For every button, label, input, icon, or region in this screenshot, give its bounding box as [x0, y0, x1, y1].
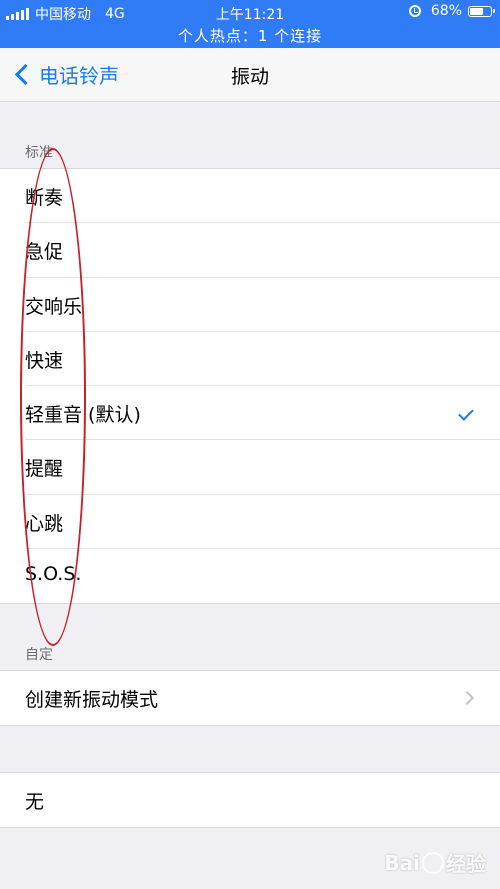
checkmark-icon — [458, 405, 474, 421]
vibration-option[interactable]: 急促 — [0, 223, 500, 278]
battery-percent: 68% — [430, 3, 462, 19]
watermark-text-right: 经验 — [446, 852, 486, 876]
standard-vibration-list: 断奏 急促 交响乐 快速 轻重音 (默认) 提醒 心跳 S.O.S. — [0, 168, 500, 605]
vibration-option[interactable]: 快速 — [0, 332, 500, 387]
section-header-custom: 自定 — [25, 647, 53, 663]
status-bar: 中国移动 4G 上午11:21 68% 个人热点：1 个连接 — [0, 0, 500, 48]
alarm-icon — [408, 5, 421, 17]
watermark: Bai 经验 — [384, 848, 486, 877]
vibration-option-label: 交响乐 — [25, 295, 83, 318]
vibration-option[interactable]: 轻重音 (默认) — [0, 386, 500, 441]
vibration-option[interactable]: S.O.S. — [0, 549, 500, 603]
hotspot-banner[interactable]: 个人热点：1 个连接 — [0, 25, 500, 46]
none-vibration-group: 无 — [0, 772, 500, 829]
section-header-standard: 标准 — [25, 145, 53, 161]
none-vibration-label: 无 — [25, 791, 45, 813]
vibration-option-label: 断奏 — [25, 187, 64, 209]
battery-icon — [468, 5, 495, 17]
page-title: 振动 — [230, 66, 269, 88]
vibration-option-label: S.O.S. — [25, 563, 82, 586]
create-vibration-button[interactable]: 创建新振动模式 — [0, 671, 500, 725]
vibration-option[interactable]: 断奏 — [0, 169, 500, 224]
watermark-text-left: Bai — [384, 850, 420, 875]
vibration-option-label: 提醒 — [25, 458, 64, 481]
vibration-option[interactable]: 交响乐 — [0, 278, 500, 332]
vibration-option[interactable]: 提醒 — [0, 440, 500, 495]
paw-icon — [422, 851, 444, 874]
battery-fill — [470, 7, 483, 15]
vibration-option-label: 快速 — [25, 349, 64, 372]
status-right: 68% — [408, 3, 495, 19]
vibration-option[interactable]: 心跳 — [0, 495, 500, 550]
create-vibration-label: 创建新振动模式 — [25, 689, 159, 711]
chevron-right-icon — [459, 690, 475, 706]
none-vibration-option[interactable]: 无 — [0, 773, 500, 827]
vibration-option-label: 轻重音 (默认) — [25, 404, 141, 427]
custom-vibration-group: 创建新振动模式 — [0, 670, 500, 727]
vibration-option-label: 心跳 — [25, 512, 64, 535]
vibration-option-label: 急促 — [25, 241, 64, 264]
navigation-bar: 电话铃声 振动 — [0, 48, 500, 102]
